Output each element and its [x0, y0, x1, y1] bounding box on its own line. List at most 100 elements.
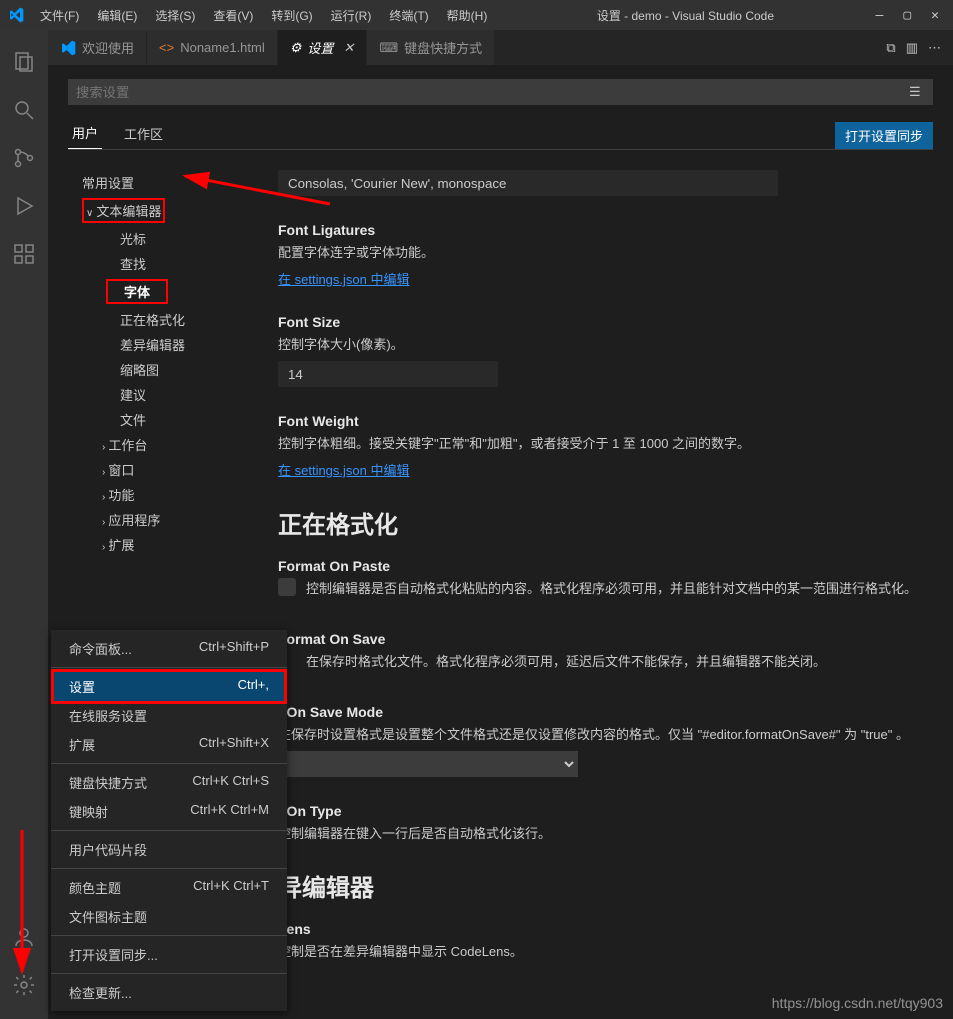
- keyboard-icon: ⌨: [379, 40, 398, 56]
- toc-minimap[interactable]: 缩略图: [82, 357, 238, 382]
- font-family-input[interactable]: [278, 170, 778, 196]
- maximize-button[interactable]: ▢: [903, 8, 911, 23]
- format-on-save-mode-title: t On Save Mode: [278, 704, 923, 720]
- menu-go[interactable]: 转到(G): [263, 3, 320, 28]
- menu-item-检查更新...[interactable]: 检查更新...: [51, 978, 287, 1007]
- watermark-text: https://blog.csdn.net/tqy903: [772, 995, 943, 1011]
- run-debug-icon[interactable]: [0, 182, 48, 230]
- menu-help[interactable]: 帮助(H): [439, 3, 496, 28]
- menu-item-label: 扩展: [69, 735, 95, 754]
- minimize-button[interactable]: —: [876, 8, 884, 23]
- menu-separator: [51, 973, 287, 974]
- menu-item-label: 用户代码片段: [69, 840, 147, 859]
- menu-item-label: 在线服务设置: [69, 706, 147, 725]
- tab-label: 键盘快捷方式: [404, 38, 482, 57]
- font-size-input[interactable]: [278, 361, 498, 387]
- activity-bar: [0, 30, 48, 1019]
- titlebar: 文件(F) 编辑(E) 选择(S) 查看(V) 转到(G) 运行(R) 终端(T…: [0, 0, 953, 30]
- format-on-paste-desc: 控制编辑器是否自动格式化粘贴的内容。格式化程序必须可用，并且能针对文档中的某一范…: [306, 578, 917, 597]
- toc-window[interactable]: ›窗口: [82, 457, 238, 482]
- tab-welcome[interactable]: 欢迎使用: [48, 30, 147, 65]
- manage-context-menu: 命令面板...Ctrl+Shift+P 设置Ctrl+, 在线服务设置扩展 Ctrl+…: [51, 630, 287, 1011]
- explorer-icon[interactable]: [0, 38, 48, 86]
- menu-item-label: 键盘快捷方式: [69, 773, 147, 792]
- open-settings-json-icon[interactable]: ⧉: [886, 40, 895, 56]
- menu-item-命令面板...[interactable]: 命令面板...Ctrl+Shift+P: [51, 634, 287, 663]
- menu-item-shortcut: Ctrl+K Ctrl+S: [192, 773, 269, 792]
- menu-item-shortcut: Ctrl+Shift+X: [199, 735, 269, 754]
- format-on-save-mode-select[interactable]: [278, 751, 578, 777]
- manage-gear-icon[interactable]: [0, 961, 48, 1009]
- toc-suggest[interactable]: 建议: [82, 382, 238, 407]
- toc-text-editor[interactable]: ∨文本编辑器: [82, 198, 165, 223]
- menu-run[interactable]: 运行(R): [323, 3, 380, 28]
- settings-content[interactable]: Font Ligatures 配置字体连字或字体功能。 在 settings.j…: [238, 170, 933, 1010]
- menu-view[interactable]: 查看(V): [205, 3, 261, 28]
- menu-terminal[interactable]: 终端(T): [381, 3, 436, 28]
- format-on-paste-checkbox[interactable]: [278, 578, 296, 596]
- menu-file[interactable]: 文件(F): [32, 3, 87, 28]
- menu-item-shortcut: Ctrl+K Ctrl+T: [193, 878, 269, 897]
- toc-formatting[interactable]: 正在格式化: [82, 307, 238, 332]
- toc-extensions[interactable]: ›扩展: [82, 532, 238, 557]
- tab-actions: ⧉ ▥ ⋯: [874, 30, 953, 65]
- menu-edit[interactable]: 编辑(E): [89, 3, 145, 28]
- tab-noname-html[interactable]: <> Noname1.html: [147, 30, 278, 65]
- toc-workbench[interactable]: ›工作台: [82, 432, 238, 457]
- menu-item-键盘快捷方式[interactable]: 键盘快捷方式 Ctrl+K Ctrl+S: [51, 768, 287, 797]
- tab-keyboard-shortcuts[interactable]: ⌨ 键盘快捷方式: [367, 30, 495, 65]
- edit-in-settings-json-link-2[interactable]: 在 settings.json 中编辑: [278, 460, 923, 479]
- search-icon[interactable]: [0, 86, 48, 134]
- menu-item-打开设置同步...[interactable]: 打开设置同步...: [51, 940, 287, 969]
- menu-item-设置[interactable]: 设置Ctrl+,: [51, 672, 287, 701]
- menu-item-shortcut: Ctrl+,: [238, 677, 269, 696]
- menu-item-颜色主题[interactable]: 颜色主题 Ctrl+K Ctrl+T: [51, 873, 287, 902]
- scope-user-tab[interactable]: 用户: [68, 117, 102, 149]
- editor-tabs: 欢迎使用 <> Noname1.html ⚙ 设置 ✕ ⌨ 键盘快捷方式 ⧉ ▥…: [48, 30, 953, 65]
- font-weight-desc: 控制字体粗细。接受关键字"正常"和"加粗"，或者接受介于 1 至 1000 之间…: [278, 433, 923, 452]
- edit-in-settings-json-link[interactable]: 在 settings.json 中编辑: [278, 269, 923, 288]
- settings-search-input[interactable]: [68, 79, 933, 105]
- format-on-type-desc: 控制编辑器在键入一行后是否自动格式化该行。: [278, 823, 923, 842]
- extensions-icon[interactable]: [0, 230, 48, 278]
- toc-find[interactable]: 查找: [82, 251, 238, 276]
- toc-diff[interactable]: 差异编辑器: [82, 332, 238, 357]
- menu-separator: [51, 830, 287, 831]
- toc-common[interactable]: 常用设置: [82, 170, 238, 195]
- toc-application[interactable]: ›应用程序: [82, 507, 238, 532]
- menu-selection[interactable]: 选择(S): [147, 3, 203, 28]
- format-on-save-title: Format On Save: [278, 631, 923, 647]
- vscode-logo-icon: [8, 7, 24, 23]
- split-editor-icon[interactable]: ▥: [906, 40, 918, 56]
- html-icon: <>: [159, 40, 174, 55]
- menu-item-用户代码片段[interactable]: 用户代码片段: [51, 835, 287, 864]
- toc-features[interactable]: ›功能: [82, 482, 238, 507]
- font-size-desc: 控制字体大小(像素)。: [278, 334, 923, 353]
- toc-cursor[interactable]: 光标: [82, 226, 238, 251]
- accounts-icon[interactable]: [0, 913, 48, 961]
- menu-item-label: 颜色主题: [69, 878, 121, 897]
- close-icon[interactable]: ✕: [343, 40, 354, 56]
- menu-item-键映射[interactable]: 键映射Ctrl+K Ctrl+M: [51, 797, 287, 826]
- menu-item-扩展[interactable]: 扩展 Ctrl+Shift+X: [51, 730, 287, 759]
- menu-separator: [51, 935, 287, 936]
- chevron-right-icon: ›: [102, 517, 105, 528]
- toc-font[interactable]: 字体: [106, 279, 168, 304]
- open-settings-sync-button[interactable]: 打开设置同步: [835, 122, 933, 149]
- chevron-right-icon: ›: [102, 492, 105, 503]
- scope-workspace-tab[interactable]: 工作区: [120, 118, 167, 149]
- source-control-icon[interactable]: [0, 134, 48, 182]
- settings-scope-tabs: 用户 工作区 打开设置同步: [68, 117, 933, 150]
- codelens-title: Lens: [278, 921, 923, 937]
- tab-settings[interactable]: ⚙ 设置 ✕: [278, 30, 368, 65]
- menu-item-shortcut: Ctrl+Shift+P: [199, 639, 269, 658]
- filter-icon[interactable]: ☰: [909, 84, 921, 100]
- menu-item-在线服务设置[interactable]: 在线服务设置: [51, 701, 287, 730]
- menu-item-label: 键映射: [69, 802, 108, 821]
- toc-files[interactable]: 文件: [82, 407, 238, 432]
- close-button[interactable]: ✕: [931, 8, 939, 23]
- chevron-right-icon: ›: [102, 542, 105, 553]
- more-actions-icon[interactable]: ⋯: [928, 40, 941, 56]
- format-on-save-desc: 在保存时格式化文件。格式化程序必须可用，延迟后文件不能保存，并且编辑器不能关闭。: [306, 651, 826, 670]
- menu-item-文件图标主题[interactable]: 文件图标主题: [51, 902, 287, 931]
